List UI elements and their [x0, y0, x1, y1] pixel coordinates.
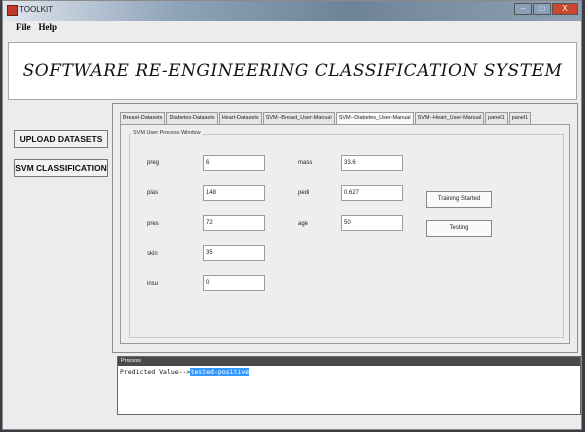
upload-datasets-button[interactable]: UPLOAD DATASETS: [14, 130, 108, 148]
plas-input[interactable]: 148: [203, 185, 265, 201]
plas-label: plas: [147, 190, 159, 196]
menu-file[interactable]: File: [16, 22, 31, 32]
mass-label: mass: [298, 160, 313, 166]
window-title: TOOLKIT: [19, 5, 54, 14]
title-bar[interactable]: TOOLKIT – □ X: [3, 1, 581, 21]
tab-strip: Breast-Datasets Diabetes-Datasets Heart-…: [120, 112, 532, 124]
mass-input[interactable]: 33.6: [341, 155, 403, 171]
training-started-button[interactable]: Training Started: [426, 191, 492, 208]
process-panel: Process Predicted Value-->tested-positiv…: [117, 356, 581, 415]
svm-classification-button[interactable]: SVM CLASSIFICATION: [14, 159, 108, 177]
skin-input[interactable]: 35: [203, 245, 265, 261]
tab-svm-heart-user-manual[interactable]: SVM--Heart_User-Manual: [414, 112, 485, 124]
banner-panel: SOFTWARE RE-ENGINEERING CLASSIFICATION S…: [8, 42, 577, 100]
tab-panel1-second[interactable]: panel1: [508, 112, 532, 124]
pedi-label: pedi: [298, 190, 310, 196]
close-button[interactable]: X: [552, 3, 578, 15]
group-title: SVM User Process Window: [131, 130, 203, 136]
testing-button[interactable]: Testing: [426, 220, 492, 237]
predicted-value-prefix: Predicted Value-->: [120, 368, 191, 376]
tab-panel1[interactable]: panel1: [485, 112, 508, 124]
minimize-button[interactable]: –: [514, 3, 532, 15]
menu-bar: File Help: [10, 22, 59, 36]
tab-heart-datasets[interactable]: Heart-Datasets: [218, 112, 262, 124]
tab-breast-datasets[interactable]: Breast-Datasets: [120, 112, 166, 124]
preg-label: preg: [147, 160, 160, 166]
pres-input[interactable]: 72: [203, 215, 265, 231]
pres-label: pres: [147, 221, 159, 227]
predicted-result[interactable]: tested-positive: [190, 368, 250, 376]
process-output[interactable]: Predicted Value-->tested-positive: [118, 366, 580, 414]
age-input[interactable]: 50: [341, 215, 403, 231]
banner-title: SOFTWARE RE-ENGINEERING CLASSIFICATION S…: [22, 61, 563, 81]
insu-input[interactable]: 0: [203, 275, 265, 291]
tab-diabetes-datasets[interactable]: Diabetes-Datasets: [166, 112, 218, 124]
insu-label: insu: [147, 281, 159, 287]
window-controls: – □ X: [514, 3, 578, 15]
preg-input[interactable]: 6: [203, 155, 265, 171]
skin-label: skin: [147, 251, 158, 257]
pedi-input[interactable]: 0.627: [341, 185, 403, 201]
maximize-button[interactable]: □: [533, 3, 551, 15]
menu-help[interactable]: Help: [39, 22, 58, 32]
tab-svm-diabetes-user-manual[interactable]: SVM--Diabetes_User-Manual: [335, 112, 414, 124]
age-label: age: [298, 221, 309, 227]
app-icon: [7, 5, 18, 16]
tab-svm-breast-user-manual[interactable]: SVM--Breast_User-Manual: [262, 112, 335, 124]
process-title: Process: [118, 357, 580, 366]
